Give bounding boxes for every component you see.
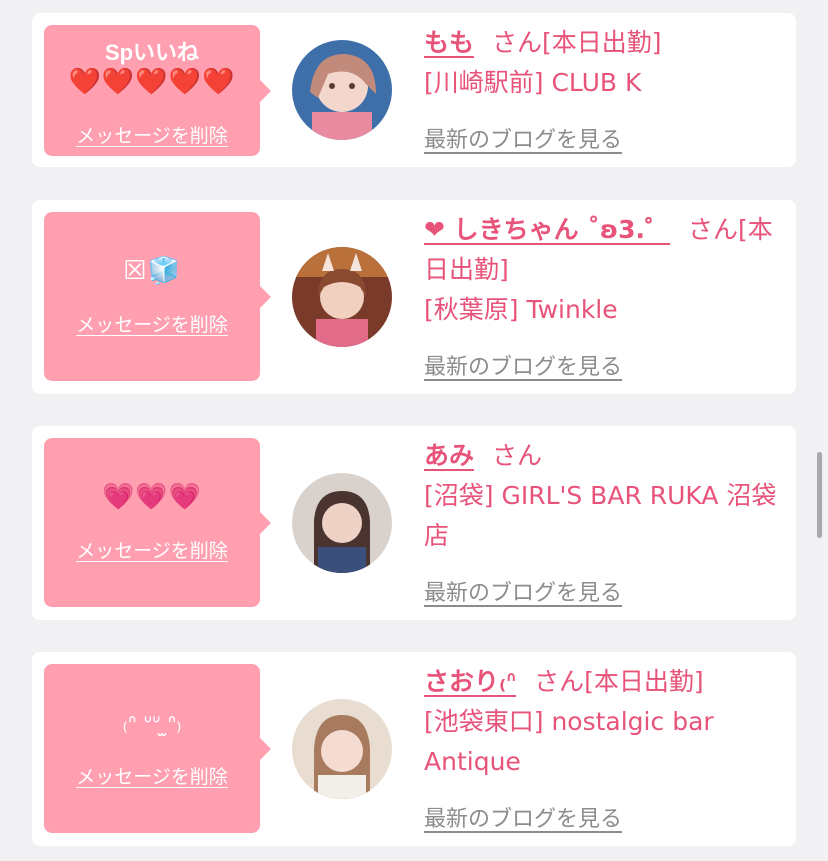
shop-label: [沼袋] GIRL'S BAR RUKA 沼袋店 (424, 481, 777, 550)
list-item: 💗💗💗 メッセージを削除 あみ さん [沼袋] GIRL'S BAR RUKA 沼… (32, 426, 796, 620)
avatar-photo-icon (292, 40, 392, 140)
scrollbar[interactable] (817, 452, 822, 538)
cast-info: さおり₍ᐢ さん[本日出勤] [池袋東口] nostalgic bar Antiq… (424, 662, 790, 782)
cast-status: さん[本日出勤] (534, 667, 704, 696)
shop-label: [秋葉原] Twinkle (424, 295, 618, 324)
message-bubble: ☒🧊 メッセージを削除 (44, 212, 271, 381)
blog-link[interactable]: 最新のブログを見る (424, 349, 622, 381)
cast-name-link[interactable]: ❤︎ しきちゃん ˚ʚ3.゜ (424, 215, 670, 244)
message-bubble: 💗💗💗 メッセージを削除 (44, 438, 271, 607)
blog-link[interactable]: 最新のブログを見る (424, 575, 622, 607)
message-bubble: ₍ᐢ ᐡᐡ ̫ᐢ₎ メッセージを削除 (44, 664, 271, 833)
list-item: Spいいね ❤️❤️❤️❤️❤️ メッセージを削除 もも さん[本日出勤] [川崎… (32, 13, 796, 167)
message-text: ☒🧊 (123, 256, 181, 286)
cast-name-link[interactable]: さおり₍ᐢ (424, 667, 516, 696)
message-text: ❤️❤️❤️❤️❤️ (68, 67, 236, 97)
list-item: ☒🧊 メッセージを削除 ❤︎ しきちゃん ˚ʚ3.゜ さん[本日出勤] [秋葉原]… (32, 200, 796, 394)
message-list: Spいいね ❤️❤️❤️❤️❤️ メッセージを削除 もも さん[本日出勤] [川崎… (0, 0, 828, 861)
delete-message-link[interactable]: メッセージを削除 (44, 310, 260, 337)
avatar[interactable] (292, 699, 392, 799)
message-text: 💗💗💗 (101, 482, 203, 512)
list-item: ₍ᐢ ᐡᐡ ̫ᐢ₎ メッセージを削除 さおり₍ᐢ さん[本日出勤] [池袋東口] … (32, 652, 796, 846)
message-bubble: Spいいね ❤️❤️❤️❤️❤️ メッセージを削除 (44, 25, 271, 156)
blog-link[interactable]: 最新のブログを見る (424, 801, 622, 833)
cast-info: あみ さん [沼袋] GIRL'S BAR RUKA 沼袋店 (424, 436, 790, 556)
avatar[interactable] (292, 247, 392, 347)
shop-label: [川崎駅前] CLUB K (424, 68, 642, 97)
cast-name-link[interactable]: あみ (424, 441, 474, 470)
avatar[interactable] (292, 473, 392, 573)
delete-message-link[interactable]: メッセージを削除 (44, 536, 260, 563)
cast-info: もも さん[本日出勤] [川崎駅前] CLUB K (424, 23, 790, 103)
avatar-photo-icon (292, 247, 392, 347)
blog-link[interactable]: 最新のブログを見る (424, 122, 622, 154)
avatar-photo-icon (292, 473, 392, 573)
cast-status: さん[本日出勤] (492, 28, 662, 57)
shop-label: [池袋東口] nostalgic bar Antique (424, 707, 714, 776)
cast-info: ❤︎ しきちゃん ˚ʚ3.゜ さん[本日出勤] [秋葉原] Twinkle (424, 210, 790, 330)
delete-message-link[interactable]: メッセージを削除 (44, 762, 260, 789)
avatar[interactable] (292, 40, 392, 140)
cast-status: さん (492, 441, 543, 470)
delete-message-link[interactable]: メッセージを削除 (44, 121, 260, 148)
message-text: ₍ᐢ ᐡᐡ ̫ᐢ₎ (122, 712, 182, 737)
message-title: Spいいね (104, 40, 200, 65)
avatar-photo-icon (292, 699, 392, 799)
cast-name-link[interactable]: もも (424, 28, 474, 57)
